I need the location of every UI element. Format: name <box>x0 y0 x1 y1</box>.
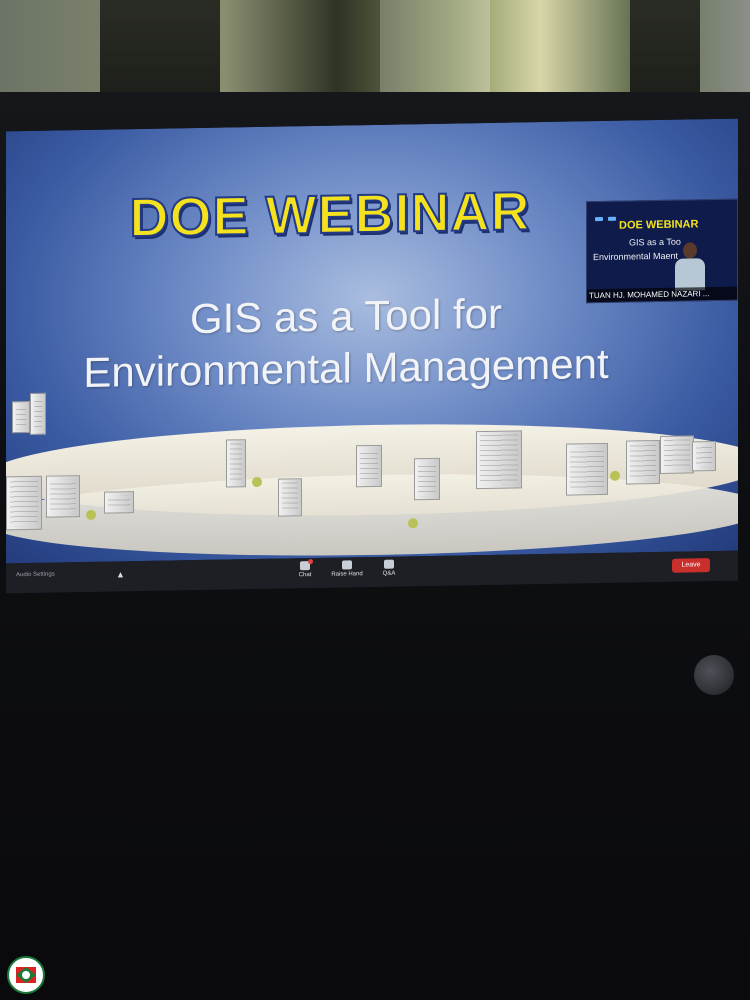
building <box>660 435 694 474</box>
building <box>414 457 440 501</box>
building <box>476 430 522 490</box>
raise-hand-button[interactable]: Raise Hand <box>324 560 370 578</box>
building <box>46 475 80 518</box>
chat-button[interactable]: Chat <box>282 561 328 579</box>
shared-slide: DOE WEBINAR GIS as a Tool for Environmen… <box>6 118 738 564</box>
building <box>12 400 30 434</box>
raise-hand-icon <box>342 560 352 570</box>
audio-settings-button[interactable]: Audio Settings <box>16 572 55 579</box>
video-controls-icon <box>595 208 621 226</box>
video-slide-line2-tail: ent <box>665 250 679 261</box>
mouse-cursor-icon: ▲ <box>116 569 125 580</box>
leave-button[interactable]: Leave <box>672 558 710 573</box>
qa-button[interactable]: Q&A <box>366 559 412 577</box>
zoom-window: DOE WEBINAR GIS as a Tool for Environmen… <box>6 118 738 594</box>
building <box>226 439 246 488</box>
qa-icon <box>384 559 394 569</box>
building <box>626 439 660 485</box>
presenter-avatar <box>675 242 705 291</box>
qa-label: Q&A <box>382 570 396 577</box>
logo-icon <box>7 956 45 994</box>
building <box>278 478 302 517</box>
slide-subtitle: GIS as a Tool for Environmental Manageme… <box>46 285 646 399</box>
webcam-device <box>694 655 734 695</box>
chat-label: Chat <box>298 572 312 579</box>
building <box>692 440 716 472</box>
chat-icon <box>300 561 310 571</box>
building <box>30 392 46 435</box>
video-slide-line2: Environmental Maent <box>593 251 678 262</box>
participant-name: TUAN HJ. MOHAMED NAZARI ... <box>587 286 738 303</box>
video-slide-line1: GIS as a Too <box>629 236 681 248</box>
building <box>566 442 608 496</box>
building <box>6 475 42 531</box>
raise-hand-label: Raise Hand <box>331 571 363 578</box>
video-slide-line2-head: Environmental Ma <box>593 250 666 263</box>
video-slide-title: DOE WEBINAR <box>619 218 699 232</box>
slide-subtitle-line2: Environmental Management <box>83 339 609 397</box>
building <box>356 444 382 488</box>
participant-video[interactable]: DOE WEBINAR GIS as a Too Environmental M… <box>586 198 738 304</box>
slide-title: DOE WEBINAR <box>129 180 532 249</box>
building <box>104 491 134 514</box>
